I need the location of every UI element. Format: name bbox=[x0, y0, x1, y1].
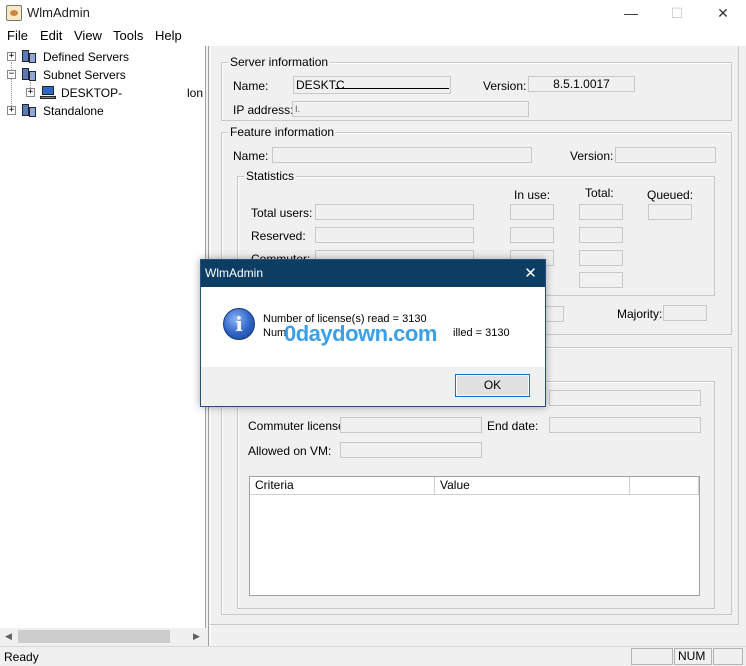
maximize-button[interactable]: ☐ bbox=[654, 0, 700, 26]
status-num-indicator: NUM bbox=[674, 648, 712, 665]
col-queued-label: Queued: bbox=[647, 188, 694, 202]
dialog-close-button[interactable]: ✕ bbox=[516, 260, 545, 287]
computer-icon bbox=[40, 86, 56, 100]
reserved-total-field[interactable] bbox=[579, 227, 623, 243]
total-users-queued-field[interactable] bbox=[648, 204, 692, 220]
information-icon: i bbox=[223, 308, 255, 340]
expand-toggle-defined[interactable]: + bbox=[7, 52, 16, 61]
col-total-label: Total: bbox=[585, 186, 614, 200]
ip-address-value: I. bbox=[295, 104, 301, 114]
license-top-field[interactable] bbox=[549, 390, 701, 406]
collapse-toggle-subnet[interactable]: − bbox=[7, 70, 16, 79]
statistics-title: Statistics bbox=[244, 169, 297, 183]
menu-bar bbox=[0, 26, 746, 46]
scroll-left-arrow-icon[interactable]: ◀ bbox=[0, 628, 17, 645]
ip-address-label: IP address: bbox=[233, 103, 294, 117]
watermark-text: 0daydown.com bbox=[284, 321, 437, 346]
redaction-line bbox=[335, 88, 449, 89]
server-version-field[interactable]: 8.5.1.0017 bbox=[528, 76, 635, 92]
dialog-message-line2-end: illed = 3130 bbox=[453, 327, 510, 339]
feature-name-field[interactable] bbox=[272, 147, 532, 163]
tree-item-subnet-servers[interactable]: Subnet Servers bbox=[43, 68, 126, 82]
feature-info-title: Feature information bbox=[228, 125, 337, 139]
tree-item-standalone[interactable]: Standalone bbox=[43, 104, 104, 118]
allowed-vm-label: Allowed on VM: bbox=[248, 444, 332, 458]
total-users-field[interactable] bbox=[315, 204, 474, 220]
feature-version-field[interactable] bbox=[615, 147, 716, 163]
allowed-vm-field[interactable] bbox=[340, 442, 482, 458]
menu-file[interactable]: File bbox=[7, 28, 28, 43]
menu-view[interactable]: View bbox=[74, 28, 102, 43]
stat-extra-total-field[interactable] bbox=[579, 272, 623, 288]
menu-tools[interactable]: Tools bbox=[113, 28, 143, 43]
status-text: Ready bbox=[4, 650, 39, 664]
reserved-label: Reserved: bbox=[251, 229, 306, 243]
panel-edge bbox=[210, 624, 739, 625]
majority-label: Majority: bbox=[617, 307, 663, 321]
server-name-label: Name: bbox=[233, 79, 269, 93]
commuter-license-field[interactable] bbox=[340, 417, 482, 433]
menu-edit[interactable]: Edit bbox=[40, 28, 62, 43]
scroll-right-arrow-icon[interactable]: ▶ bbox=[188, 628, 205, 645]
ip-address-field[interactable]: I. bbox=[292, 101, 529, 117]
end-date-label: End date: bbox=[487, 419, 539, 433]
tree-item-desktop[interactable]: DESKTOP- bbox=[61, 86, 122, 100]
end-date-field[interactable] bbox=[549, 417, 701, 433]
total-users-label: Total users: bbox=[251, 206, 313, 220]
server-tree[interactable] bbox=[0, 46, 206, 628]
table-header-extra[interactable] bbox=[630, 477, 699, 495]
server-version-value: 8.5.1.0017 bbox=[553, 77, 610, 91]
status-pane-blank bbox=[631, 648, 673, 665]
table-header-value[interactable]: Value bbox=[435, 477, 630, 495]
server-info-title: Server information bbox=[228, 55, 331, 69]
total-users-inuse-field[interactable] bbox=[510, 204, 554, 220]
server-name-value: DESKTC bbox=[296, 78, 345, 92]
window-title: WlmAdmin bbox=[27, 5, 90, 20]
commuter-total-field[interactable] bbox=[579, 250, 623, 266]
menu-help[interactable]: Help bbox=[155, 28, 182, 43]
dialog-message-line2-start: Num bbox=[263, 327, 287, 339]
commuter-license-label: Commuter license: bbox=[248, 419, 349, 433]
status-pane-blank bbox=[713, 648, 743, 665]
feature-version-label: Version: bbox=[570, 149, 614, 163]
server-version-label: Version: bbox=[483, 79, 527, 93]
expand-toggle-standalone[interactable]: + bbox=[7, 106, 16, 115]
server-group-icon bbox=[21, 68, 37, 82]
server-name-field[interactable]: DESKTC bbox=[293, 76, 451, 94]
panel-edge bbox=[738, 46, 739, 624]
minimize-button[interactable]: — bbox=[608, 0, 654, 26]
scrollbar-thumb[interactable] bbox=[18, 630, 170, 643]
expand-toggle-desktop[interactable]: + bbox=[26, 88, 35, 97]
feature-name-label: Name: bbox=[233, 149, 269, 163]
reserved-inuse-field[interactable] bbox=[510, 227, 554, 243]
majority-field[interactable] bbox=[663, 305, 707, 321]
tree-item-desktop-suffix: lon bbox=[187, 86, 204, 100]
ok-button[interactable]: OK bbox=[455, 374, 530, 397]
reserved-field[interactable] bbox=[315, 227, 474, 243]
table-header-criteria[interactable]: Criteria bbox=[250, 477, 435, 495]
tree-item-defined-servers[interactable]: Defined Servers bbox=[43, 50, 129, 64]
server-group-icon bbox=[21, 50, 37, 64]
dialog-title: WlmAdmin bbox=[205, 266, 264, 280]
dialog-titlebar[interactable]: WlmAdmin ✕ bbox=[201, 260, 545, 287]
total-users-total-field[interactable] bbox=[579, 204, 623, 220]
col-in-use-label: In use: bbox=[514, 188, 551, 202]
close-button[interactable]: ✕ bbox=[700, 0, 746, 26]
server-group-icon bbox=[21, 104, 37, 118]
app-icon bbox=[6, 5, 22, 21]
